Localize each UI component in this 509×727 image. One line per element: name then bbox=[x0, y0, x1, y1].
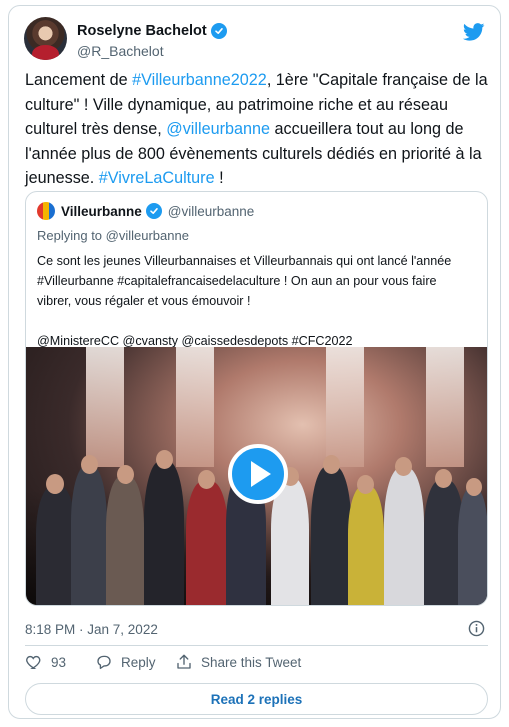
tweet-author[interactable]: Roselyne Bachelot @R_Bachelot bbox=[77, 23, 227, 59]
quoted-text-line: vibrer, vous régaler et vous émouvoir ! bbox=[37, 294, 251, 308]
share-icon bbox=[177, 654, 191, 669]
tweet-card: Roselyne Bachelot @R_Bachelot Lancement … bbox=[8, 5, 501, 719]
verified-badge-icon bbox=[145, 203, 162, 219]
replying-to: Replying to @villeurbanne bbox=[37, 228, 189, 243]
divider bbox=[25, 645, 488, 646]
quoted-author-name[interactable]: Villeurbanne bbox=[61, 204, 142, 219]
reply-label: Reply bbox=[121, 654, 156, 670]
verified-badge-icon bbox=[210, 23, 227, 39]
heart-icon bbox=[26, 655, 41, 670]
reply-icon bbox=[97, 655, 111, 670]
quoted-text: Ce sont les jeunes Villeurbannaises et V… bbox=[37, 251, 482, 351]
quoted-text-line bbox=[37, 311, 482, 331]
quoted-text-line: #Villeurbanne #capitalefrancaisedelacult… bbox=[37, 274, 437, 288]
quoted-tweet[interactable]: Villeurbanne @villeurbanne Replying to @… bbox=[25, 191, 488, 606]
author-name[interactable]: Roselyne Bachelot bbox=[77, 23, 207, 39]
tweet-text-segment: ! bbox=[214, 169, 224, 187]
reply-action[interactable]: Reply bbox=[95, 653, 175, 671]
author-handle[interactable]: @R_Bachelot bbox=[77, 43, 227, 59]
share-action[interactable]: Share this Tweet bbox=[175, 653, 301, 671]
quoted-author-handle[interactable]: @villeurbanne bbox=[168, 204, 255, 219]
tweet-timestamp[interactable]: 8:18 PM · Jan 7, 2022 bbox=[25, 622, 158, 637]
hashtag-link[interactable]: #Villeurbanne2022 bbox=[132, 71, 267, 89]
tweet-text: Lancement de #Villeurbanne2022, 1ère "Ca… bbox=[25, 68, 490, 191]
tweet-actions: 93 Reply Share this Tweet bbox=[25, 653, 301, 671]
like-count: 93 bbox=[51, 654, 67, 670]
video-player[interactable] bbox=[26, 347, 487, 605]
hashtag-link[interactable]: #VivreLaCulture bbox=[99, 169, 215, 187]
author-avatar[interactable] bbox=[24, 17, 67, 60]
quoted-text-line: Ce sont les jeunes Villeurbannaises et V… bbox=[37, 254, 452, 268]
play-button[interactable] bbox=[228, 444, 288, 504]
read-replies-button[interactable]: Read 2 replies bbox=[25, 683, 488, 715]
like-action[interactable]: 93 bbox=[25, 653, 95, 671]
tweet-text-segment: Lancement de bbox=[25, 71, 133, 89]
twitter-logo-icon[interactable] bbox=[463, 23, 485, 41]
share-label: Share this Tweet bbox=[201, 654, 302, 670]
quoted-avatar[interactable] bbox=[37, 202, 55, 220]
info-icon[interactable] bbox=[468, 620, 485, 637]
mention-link[interactable]: @villeurbanne bbox=[166, 120, 270, 138]
